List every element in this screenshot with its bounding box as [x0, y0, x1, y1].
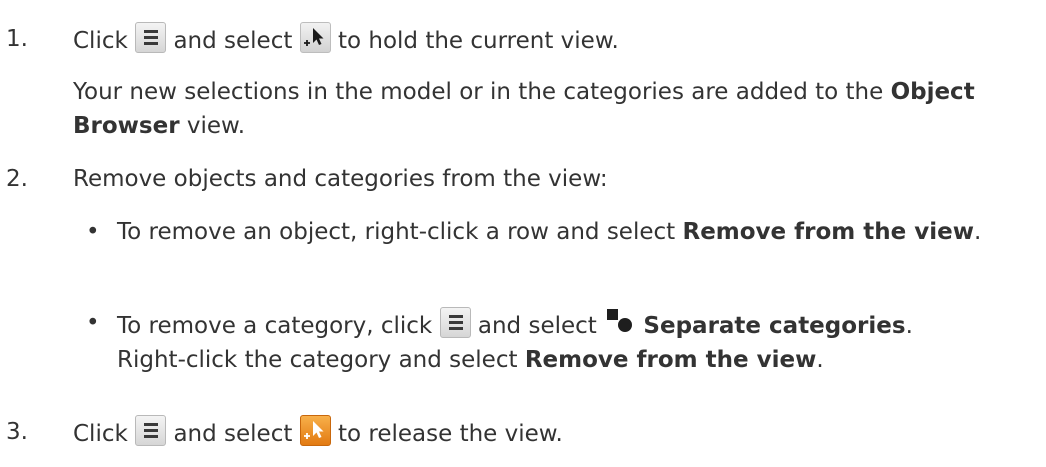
bullet-text-part: . — [816, 347, 824, 373]
note-text: view. — [186, 113, 246, 139]
remove-from-view-label: Remove from the view — [524, 347, 817, 373]
bullet-text-part: . — [905, 313, 913, 339]
menu-icon — [135, 415, 167, 446]
separate-categories-label: Separate categories — [643, 313, 906, 339]
step-text-part: Click — [73, 421, 128, 447]
bullet-text-part: To remove an object, right-click a row a… — [117, 219, 676, 245]
step-text-part: to release the view. — [337, 421, 563, 447]
step-number: 3. — [6, 419, 28, 445]
step-text-part: Click — [73, 28, 128, 54]
separate-categories-icon — [604, 306, 636, 338]
step-1-note: Your new selections in the model or in t… — [73, 75, 1033, 143]
remove-from-view-label: Remove from the view — [682, 219, 974, 245]
step-number: 1. — [6, 26, 28, 52]
step-text: Remove objects and categories from the v… — [73, 166, 608, 192]
bullet-text-part: To remove a category, click — [117, 313, 433, 339]
step-text-part: and select — [173, 28, 293, 54]
step-text-part: and select — [173, 421, 293, 447]
note-text: Your new selections in the model or in t… — [73, 79, 884, 105]
bullet-text-part: and select — [477, 313, 597, 339]
bullet-text-part: . — [973, 219, 982, 245]
bullet-text-part: Right-click the category and select — [117, 347, 518, 373]
menu-icon — [135, 22, 167, 53]
bullet-text: To remove an object, right-click a row a… — [117, 215, 1042, 249]
bullet-marker: • — [86, 310, 100, 336]
step-text: Click and select to release the view. — [73, 415, 1038, 451]
hold-view-icon — [299, 22, 331, 53]
bullet-marker: • — [86, 219, 100, 245]
bullet-text: To remove a category, click and select S… — [117, 306, 1042, 377]
release-view-icon — [299, 415, 331, 446]
step-number: 2. — [6, 166, 28, 192]
step-text-part: to hold the current view. — [337, 28, 619, 54]
step-text: Click and select to hold the current vie… — [73, 22, 1038, 58]
menu-icon — [439, 307, 471, 338]
